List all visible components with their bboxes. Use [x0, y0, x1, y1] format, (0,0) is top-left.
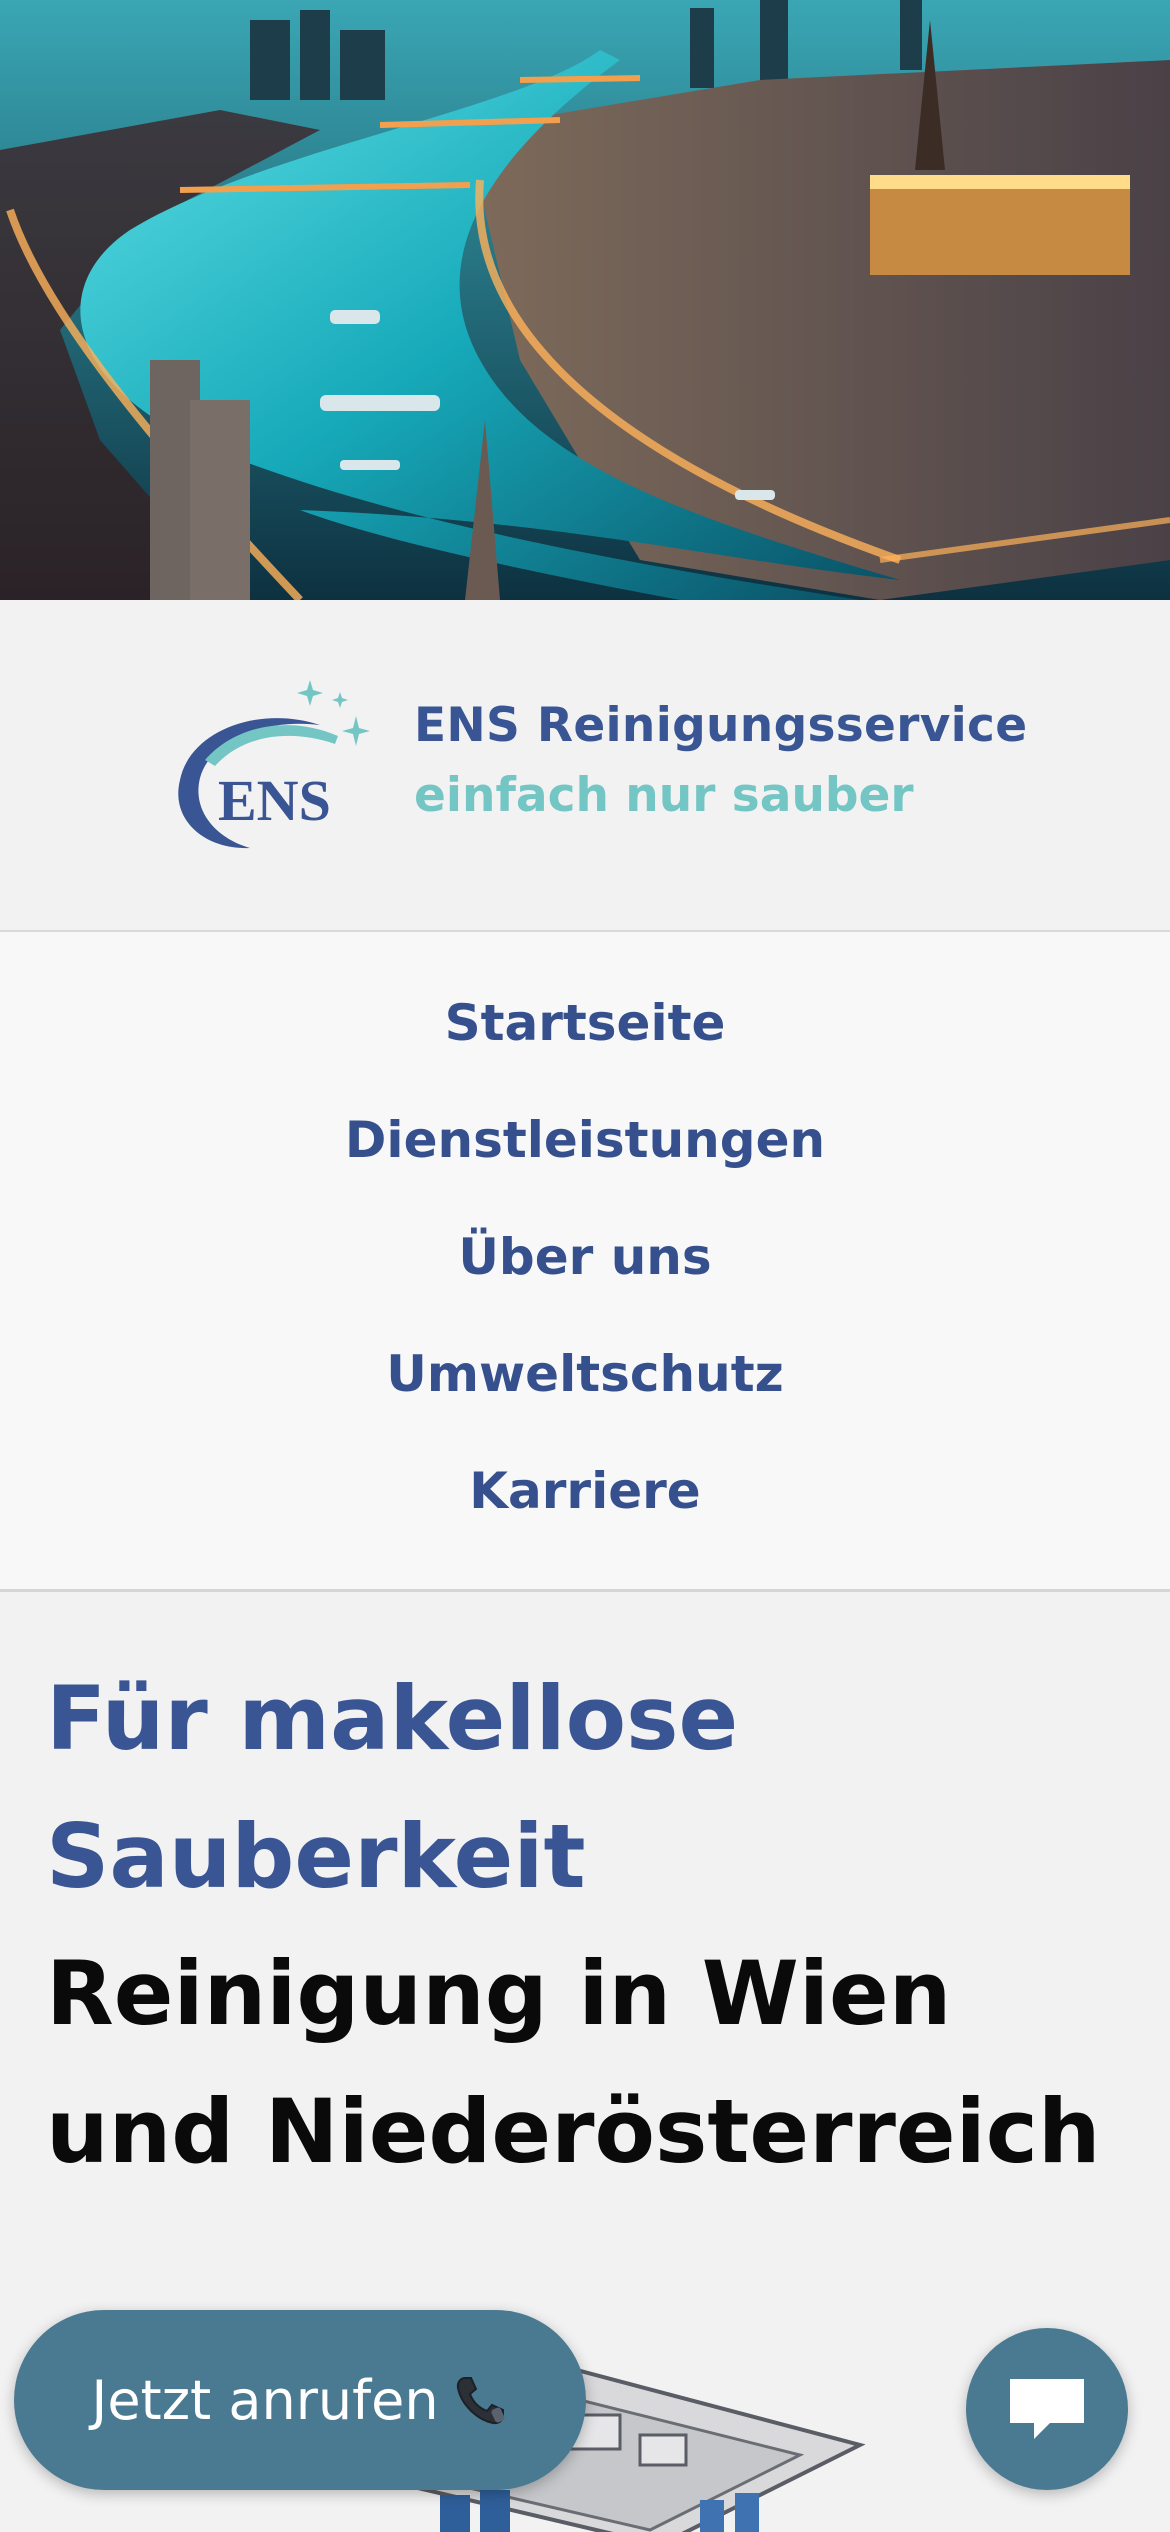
chat-button[interactable] [966, 2328, 1128, 2490]
brand-name: ENS Reinigungsservice [414, 698, 1028, 753]
site-header: ENS ENS Reinigungsservice einfach nur sa… [0, 600, 1170, 932]
nav-item-startseite[interactable]: Startseite [0, 994, 1170, 1052]
nav-item-karriere[interactable]: Karriere [0, 1462, 1170, 1520]
main-navigation: Startseite Dienstleistungen Über uns Umw… [0, 932, 1170, 1592]
subheadline-line-1: Reinigung in Wien [46, 1942, 952, 2045]
chat-bubble-icon [1010, 2379, 1084, 2439]
phone-icon [456, 2377, 505, 2425]
hero-headline: Für makellose Sauberkeit [46, 1650, 738, 1926]
logo-text: ENS [218, 768, 331, 833]
hero-image [0, 0, 1170, 600]
headline-line-1: Für makellose [46, 1667, 739, 1770]
headline-line-2: Sauberkeit [46, 1805, 586, 1908]
nav-item-umweltschutz[interactable]: Umweltschutz [0, 1345, 1170, 1403]
subheadline-line-2: und Niederösterreich [46, 2080, 1101, 2183]
nav-item-ueber-uns[interactable]: Über uns [0, 1228, 1170, 1286]
call-now-button[interactable]: Jetzt anrufen [14, 2310, 586, 2490]
hero-subheadline: Reinigung in Wien und Niederösterreich [46, 1925, 1101, 2201]
call-now-label: Jetzt anrufen [91, 2368, 439, 2432]
nav-item-dienstleistungen[interactable]: Dienstleistungen [0, 1111, 1170, 1169]
ens-logo[interactable]: ENS [170, 670, 370, 850]
brand-tagline: einfach nur sauber [414, 768, 914, 823]
